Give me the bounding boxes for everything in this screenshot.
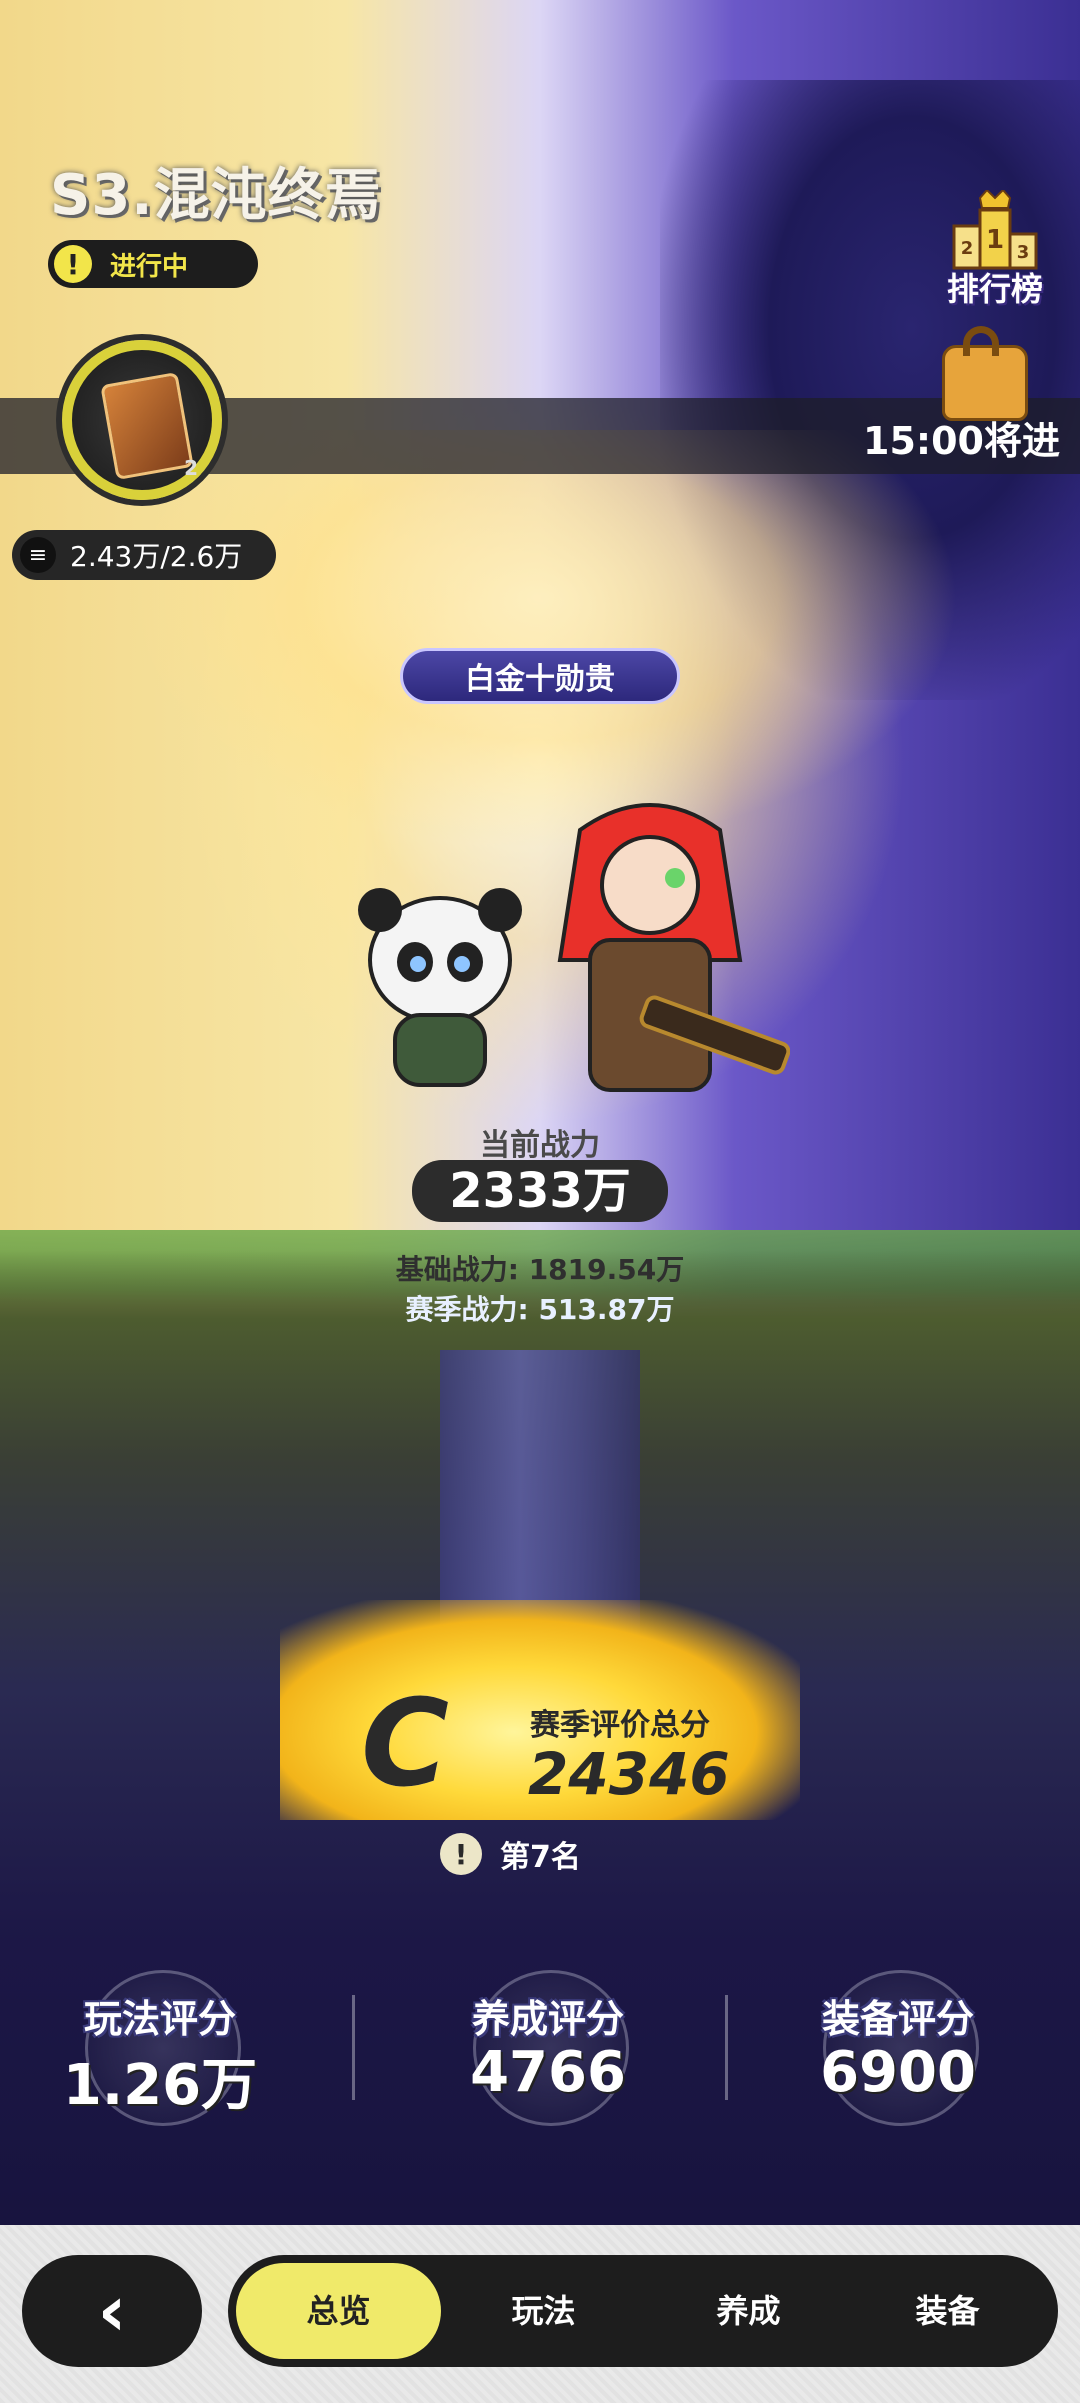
gameplay-score-label: 玩法评分 — [83, 1997, 236, 2041]
equipment-score[interactable]: 装备评分 6900 — [768, 1970, 1028, 2130]
back-button[interactable]: ‹ — [22, 2255, 202, 2367]
card-icon — [100, 371, 194, 481]
progress-value: 2.43万/2.6万 — [70, 540, 243, 573]
ranking-label: 排行榜 — [946, 270, 1043, 308]
exclamation-icon: ! — [440, 1833, 482, 1875]
list-icon: ≡ — [20, 537, 56, 573]
rank-title-ribbon: 白金十勋贵 — [400, 648, 680, 704]
season-power-value: 513.87万 — [538, 1293, 675, 1326]
season-rank-text: 第7名 — [500, 1840, 581, 1875]
equipment-score-value: 6900 — [820, 2040, 976, 2105]
season-status-text: 进行中 — [110, 251, 189, 282]
ranking-button[interactable]: 1 2 3 排行榜 — [930, 190, 1060, 310]
tab-overview[interactable]: 总览 — [236, 2263, 441, 2359]
panda-character — [358, 888, 522, 1087]
podium-icon: 1 2 3 — [952, 190, 1038, 270]
season-badge[interactable]: 2 — [62, 340, 222, 500]
season-title: S3.混沌终焉 — [50, 163, 382, 228]
svg-text:1: 1 — [986, 225, 1004, 255]
stat-divider — [725, 1995, 728, 2100]
gameplay-score-value: 1.26万 — [62, 2053, 258, 2118]
tab-gameplay[interactable]: 玩法 — [441, 2263, 646, 2359]
badge-level: 2 — [184, 456, 198, 480]
tab-growth[interactable]: 养成 — [646, 2263, 851, 2359]
growth-score-label: 养成评分 — [471, 1997, 624, 2041]
season-score-label: 赛季评价总分 — [530, 1708, 710, 1743]
base-power-label: 基础战力: — [395, 1253, 519, 1286]
base-power: 基础战力: 1819.54万 — [330, 1248, 750, 1288]
equipment-score-label: 装备评分 — [821, 1997, 974, 2041]
svg-text:2: 2 — [961, 238, 974, 259]
season-grade: C — [360, 1675, 450, 1814]
growth-score[interactable]: 养成评分 4766 — [418, 1970, 678, 2130]
gameplay-score[interactable]: 玩法评分 1.26万 — [30, 1970, 290, 2130]
tab-equipment[interactable]: 装备 — [845, 2263, 1050, 2359]
base-power-value: 1819.54万 — [528, 1253, 685, 1286]
season-power: 赛季战力: 513.87万 — [330, 1288, 750, 1328]
lock-icon[interactable] — [942, 326, 1028, 421]
current-power-value: 2333万 — [412, 1160, 668, 1222]
hero-character — [557, 803, 790, 1092]
season-rank[interactable]: ! 第7名 — [440, 1830, 581, 1878]
growth-score-value: 4766 — [470, 2040, 626, 2105]
season-power-label: 赛季战力: — [405, 1293, 529, 1326]
current-power-label: 当前战力 — [480, 1128, 600, 1163]
season-progress[interactable]: ≡ 2.43万/2.6万 — [12, 530, 276, 580]
exclamation-icon: ! — [54, 245, 92, 283]
svg-text:3: 3 — [1017, 242, 1030, 263]
golden-wings-art — [120, 430, 960, 850]
stat-divider — [352, 1995, 355, 2100]
season-status-badge: ! 进行中 — [48, 240, 258, 288]
tab-bar: 总览 玩法 养成 装备 — [228, 2255, 1058, 2367]
back-chevron-icon: ‹ — [97, 2270, 127, 2352]
season-score-value: 24346 — [528, 1740, 730, 1808]
